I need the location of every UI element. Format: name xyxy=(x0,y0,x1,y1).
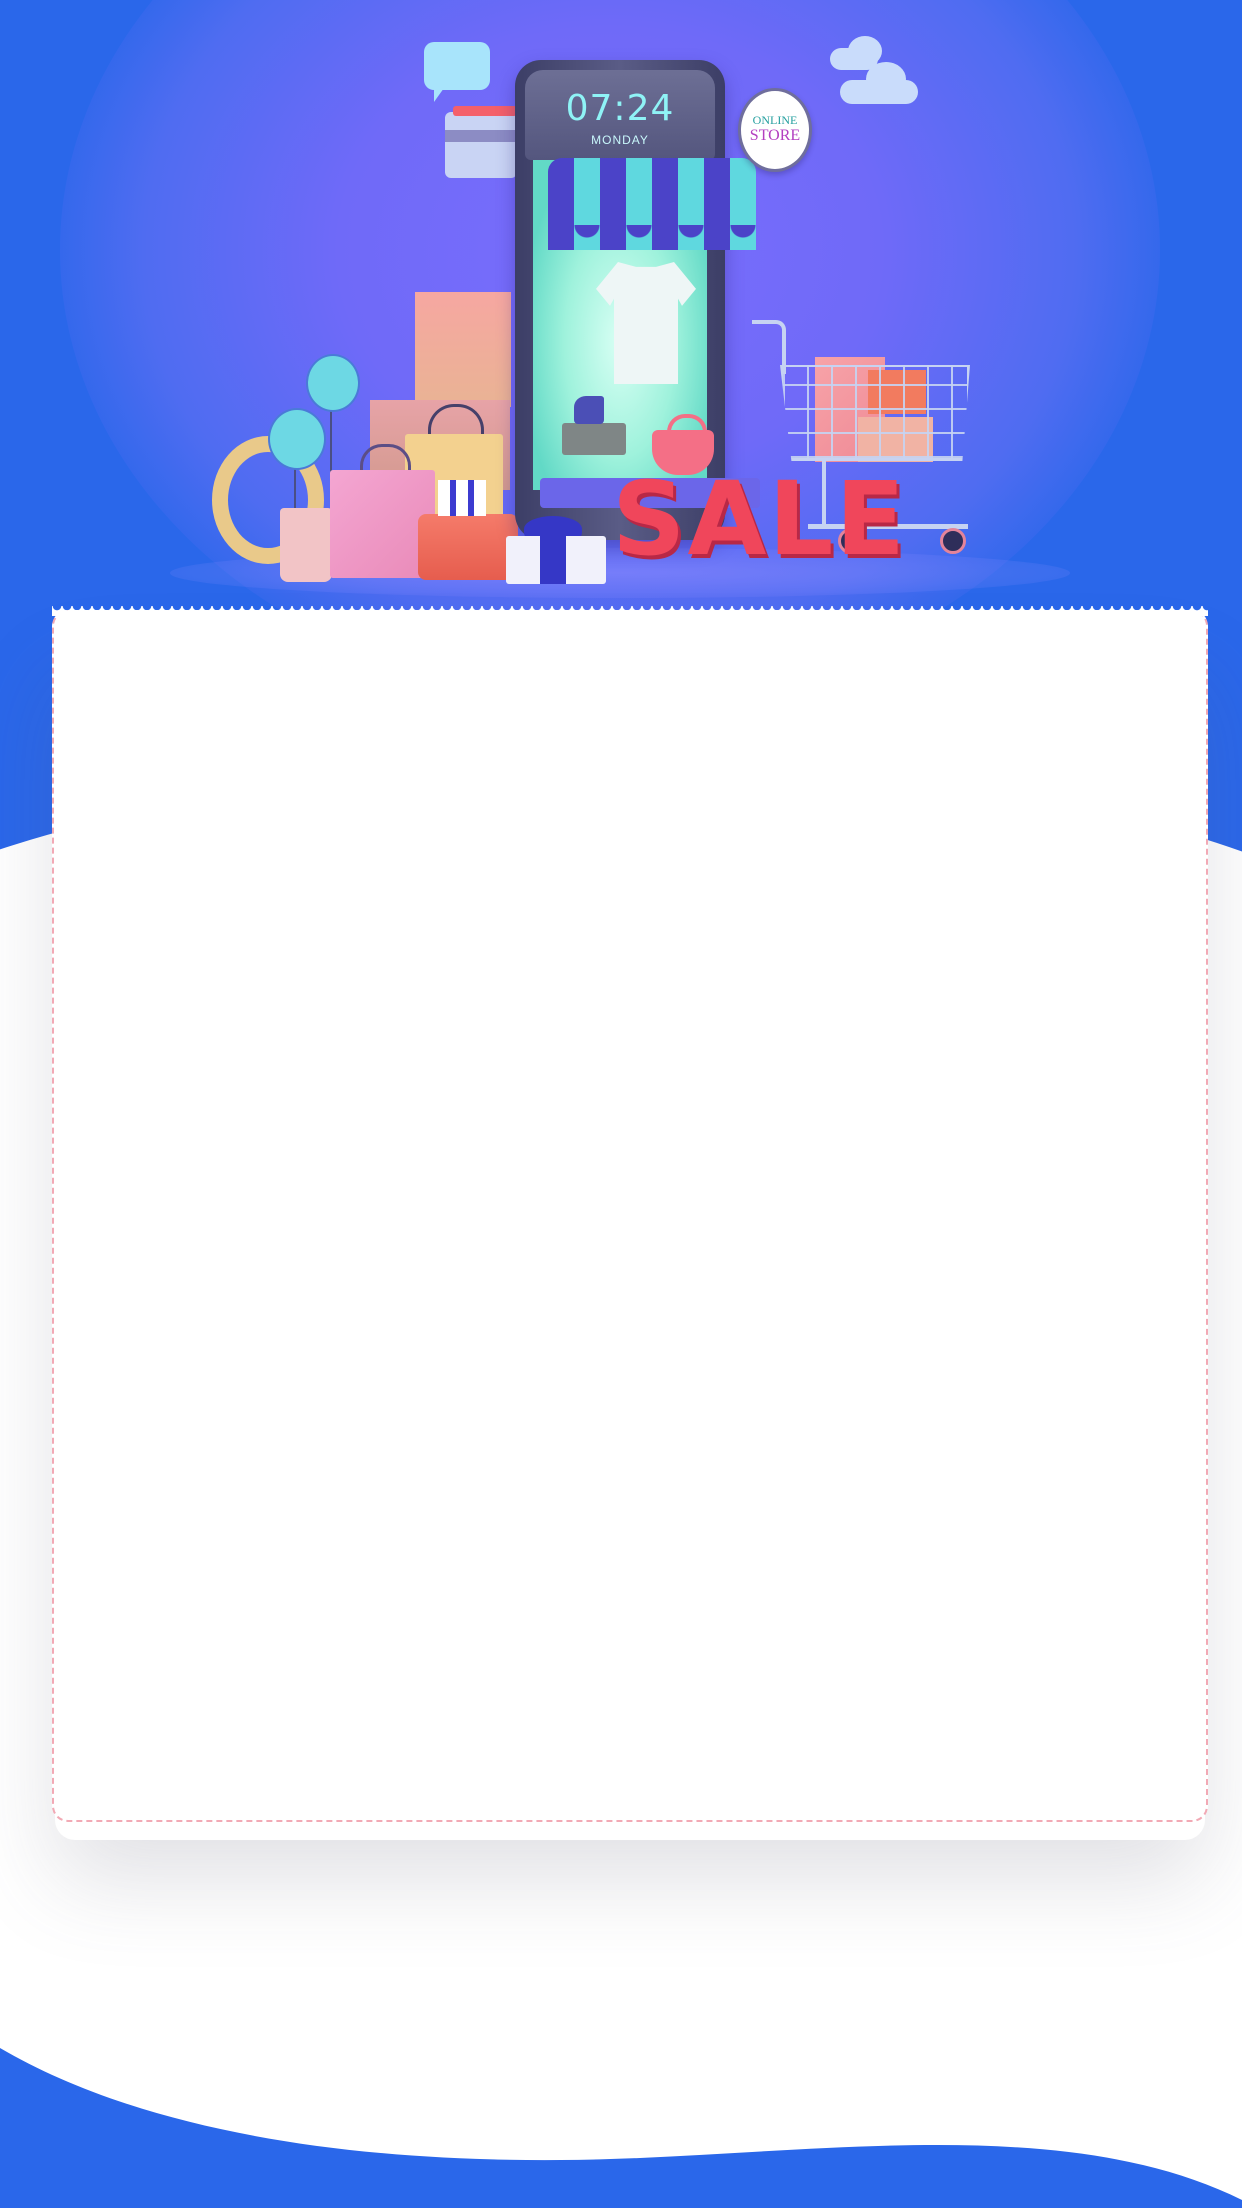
shop-awning-edge xyxy=(548,225,756,255)
sale-text: SALE xyxy=(612,460,908,579)
ticket-perforated-edge xyxy=(52,606,1208,616)
tree-icon xyxy=(306,354,360,412)
tree-icon xyxy=(268,408,326,470)
credit-card-stripe xyxy=(445,130,517,142)
phone-lock-screen: 07:24 MONDAY xyxy=(525,70,715,160)
content-card xyxy=(52,610,1208,1822)
credit-card-icon xyxy=(445,106,517,178)
bottom-wave xyxy=(0,2048,1242,2208)
store-sign-line1: ONLINE xyxy=(752,113,798,127)
gift-box xyxy=(418,514,518,580)
cloud-puff xyxy=(848,36,882,66)
shopping-cart-icon xyxy=(780,365,970,461)
phone-day: MONDAY xyxy=(591,133,649,147)
cloud-puff xyxy=(866,62,906,96)
chat-bubble-icon xyxy=(424,42,490,102)
phone-time: 07:24 xyxy=(565,88,675,129)
online-store-illustration: 07:24 MONDAY ONLINE STORE SALE xyxy=(0,0,1242,600)
cardboard-box xyxy=(415,292,511,407)
shoe-icon xyxy=(574,396,604,424)
gift-box-icon xyxy=(438,480,486,516)
cart-wheel xyxy=(940,528,966,554)
gift-ribbon xyxy=(540,536,566,584)
shoe-box xyxy=(562,423,626,455)
online-store-sign: ONLINE STORE xyxy=(738,88,812,172)
page: 07:24 MONDAY ONLINE STORE SALE xyxy=(0,0,1242,2208)
credit-card-stripe-red xyxy=(453,106,517,116)
store-sign-line2: STORE xyxy=(749,127,801,144)
plant-pot xyxy=(280,508,332,582)
